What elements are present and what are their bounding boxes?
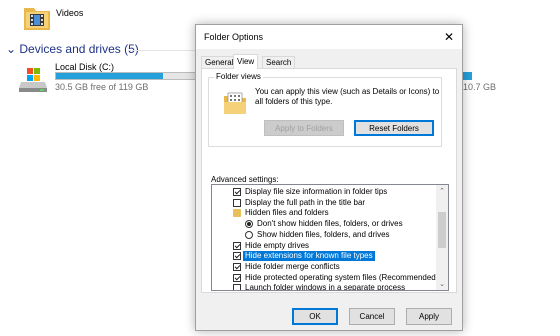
checkbox[interactable] xyxy=(233,284,241,290)
advanced-setting-label: Display file size information in folder … xyxy=(245,187,388,196)
folder-views-group: Folder views You can apply this view (su… xyxy=(208,72,442,147)
advanced-setting-label: Hide protected operating system files (R… xyxy=(245,272,439,282)
radio-button[interactable] xyxy=(245,220,253,229)
checkbox[interactable] xyxy=(233,252,241,261)
tab-search[interactable]: Search xyxy=(262,56,296,68)
advanced-setting-label: Don't show hidden files, folders, or dri… xyxy=(257,219,403,229)
apply-to-folders-button[interactable]: Apply to Folders xyxy=(264,120,344,136)
drive-name[interactable]: Local Disk (C:) xyxy=(55,62,114,72)
advanced-setting-label: Hidden files and folders xyxy=(245,208,329,218)
drive-free-space: 30.5 GB free of 119 GB xyxy=(55,82,149,92)
advanced-settings-list[interactable]: Display file size information in folder … xyxy=(211,184,449,291)
drive-usage-bar xyxy=(55,72,201,80)
folder-options-dialog: Folder Options ✕ General View Search Fol… xyxy=(195,24,463,331)
reset-folders-button[interactable]: Reset Folders xyxy=(354,120,434,136)
advanced-setting-item[interactable]: Display file size information in folder … xyxy=(212,187,436,197)
scroll-thumb[interactable] xyxy=(438,212,446,248)
dialog-title: Folder Options xyxy=(204,32,264,42)
advanced-setting-item[interactable]: Don't show hidden files, folders, or dri… xyxy=(212,219,436,229)
ok-button[interactable]: OK xyxy=(292,308,338,325)
view-tab-panel: Folder views You can apply this view (su… xyxy=(201,68,457,293)
scroll-up-arrow-icon[interactable]: ⌃ xyxy=(436,186,448,196)
checkbox[interactable] xyxy=(233,188,241,196)
folder-views-legend: Folder views xyxy=(214,72,263,81)
tab-view[interactable]: View xyxy=(233,54,259,69)
advanced-setting-label: Hide folder merge conflicts xyxy=(245,261,340,271)
advanced-setting-item[interactable]: Show hidden files, folders, and drives xyxy=(212,230,436,240)
advanced-setting-item[interactable]: Display the full path in the title bar xyxy=(212,198,436,208)
scroll-down-arrow-icon[interactable]: ⌄ xyxy=(436,279,448,289)
advanced-setting-label: Launch folder windows in a separate proc… xyxy=(245,283,406,291)
advanced-setting-label: Display the full path in the title bar xyxy=(245,197,366,207)
advanced-setting-label: Hide extensions for known file types xyxy=(242,250,376,263)
drive-usage-fill xyxy=(56,73,163,79)
drive2-free-space: / 10.7 GB xyxy=(458,82,497,92)
apply-button[interactable]: Apply xyxy=(406,308,452,325)
advanced-setting-item[interactable]: Hide extensions for known file types xyxy=(212,250,436,263)
folder-views-description: You can apply this view (such as Details… xyxy=(255,87,440,106)
hard-drive-icon[interactable] xyxy=(18,64,48,94)
devices-drives-header[interactable]: ⌄ Devices and drives (5) xyxy=(6,42,139,56)
folder-views-icon xyxy=(223,92,247,116)
checkbox[interactable] xyxy=(233,273,241,282)
advanced-setting-label: Hide empty drives xyxy=(245,240,310,250)
advanced-setting-item[interactable]: Launch folder windows in a separate proc… xyxy=(212,283,436,291)
videos-folder-icon[interactable] xyxy=(22,3,52,33)
radio-button[interactable] xyxy=(245,230,253,239)
folder-icon xyxy=(233,209,241,218)
checkbox[interactable] xyxy=(233,262,241,271)
advanced-setting-item[interactable]: Hide folder merge conflicts xyxy=(212,262,436,272)
section-divider xyxy=(128,50,200,51)
tab-general[interactable]: General xyxy=(201,56,238,68)
checkbox[interactable] xyxy=(233,241,241,250)
advanced-setting-item[interactable]: Hidden files and folders xyxy=(212,208,436,218)
advanced-setting-item[interactable]: Hide empty drives xyxy=(212,241,436,251)
checkbox[interactable] xyxy=(233,198,241,207)
chevron-down-icon: ⌄ xyxy=(6,42,20,56)
videos-label[interactable]: Videos xyxy=(56,8,83,18)
advanced-settings-scrollbar[interactable]: ⌃ ⌄ xyxy=(436,185,448,290)
advanced-settings-label: Advanced settings: xyxy=(211,175,279,184)
advanced-setting-item[interactable]: Hide protected operating system files (R… xyxy=(212,273,438,283)
advanced-setting-label: Show hidden files, folders, and drives xyxy=(257,229,390,239)
cancel-button[interactable]: Cancel xyxy=(349,308,395,325)
close-icon[interactable]: ✕ xyxy=(436,25,462,49)
devices-drives-header-label: Devices and drives (5) xyxy=(19,42,139,56)
dialog-titlebar[interactable]: Folder Options ✕ xyxy=(196,25,462,49)
